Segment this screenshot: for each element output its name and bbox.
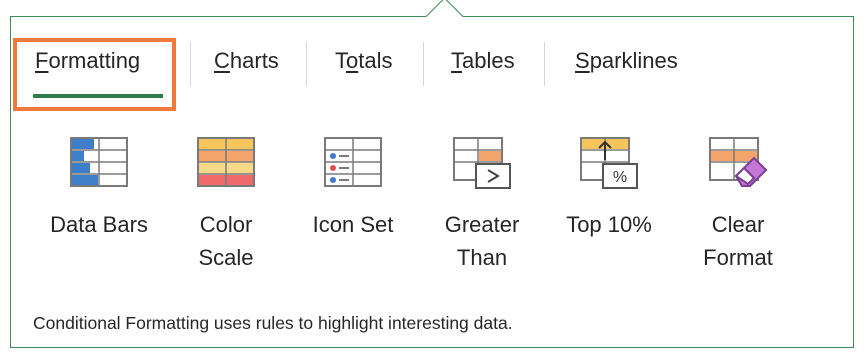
tab-tables[interactable]: Tables — [451, 48, 515, 80]
tab-formatting[interactable]: Formatting — [35, 48, 140, 80]
tab-sparklines[interactable]: Sparklines — [575, 48, 678, 80]
tab-divider — [423, 42, 424, 86]
clear-format-icon — [709, 137, 768, 187]
tab-totals[interactable]: Totals — [335, 48, 393, 80]
greater-than-icon — [453, 137, 511, 189]
description-text: Conditional Formatting uses rules to hig… — [33, 313, 513, 333]
selected-tab-indicator — [33, 94, 163, 98]
tab-divider — [544, 42, 545, 86]
icon-set-icon — [324, 137, 382, 187]
data-bars-icon — [70, 137, 128, 187]
icon-set-button[interactable]: Icon Set — [303, 134, 403, 241]
clear-format-button[interactable]: Clear Format — [688, 134, 788, 274]
color-scale-icon — [197, 137, 255, 187]
tab-divider — [190, 42, 191, 86]
tab-charts[interactable]: Charts — [214, 48, 279, 80]
top-10-percent-button[interactable]: % Top 10% — [559, 134, 659, 241]
color-scale-button[interactable]: Color Scale — [176, 134, 276, 274]
greater-than-button[interactable]: Greater Than — [432, 134, 532, 274]
data-bars-button[interactable]: Data Bars — [49, 134, 149, 241]
tab-divider — [306, 42, 307, 86]
top-10-percent-icon: % — [580, 137, 638, 189]
svg-text:%: % — [613, 169, 627, 186]
